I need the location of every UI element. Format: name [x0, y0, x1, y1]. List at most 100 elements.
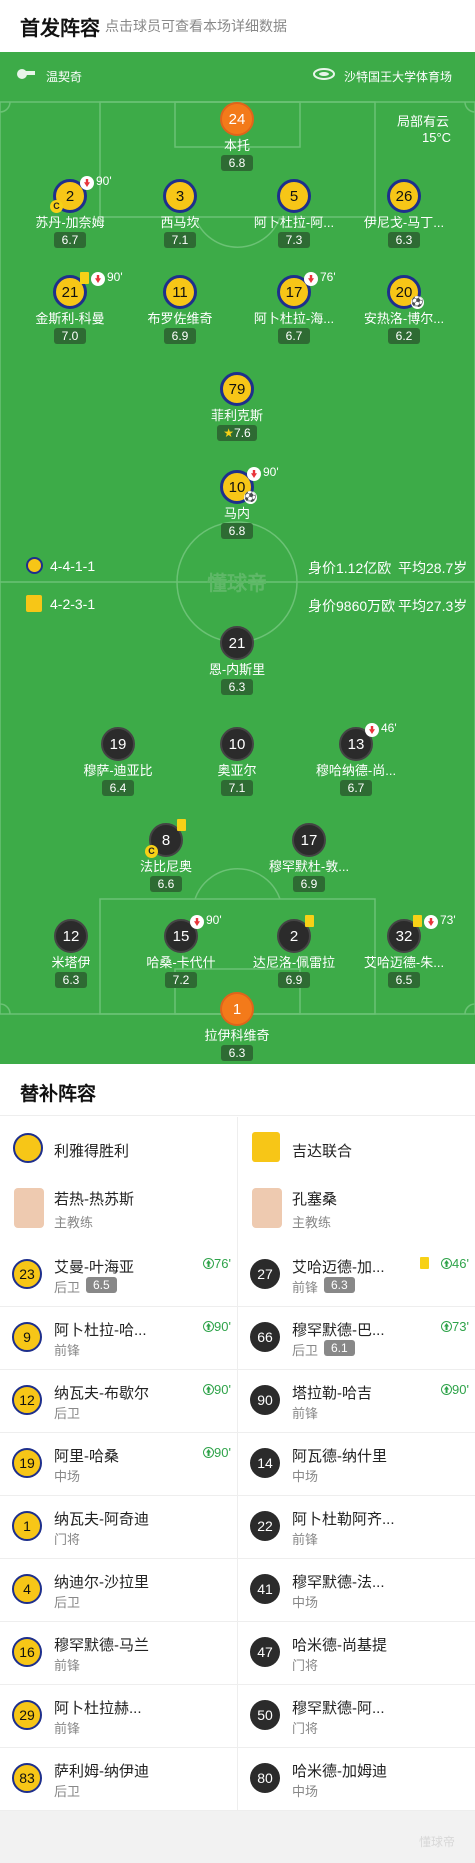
away-player[interactable]: 17 穆罕默杜-敦... 6.9	[254, 823, 364, 893]
jersey-number: 2	[277, 915, 314, 953]
away-manager-row[interactable]: 孔塞桑 主教练	[238, 1180, 475, 1244]
sub-out-icon	[365, 723, 379, 737]
sub-player-row[interactable]: 27 艾哈迈德-加... 前锋 6.3 46'	[238, 1244, 475, 1307]
home-subs-list: 23 艾曼-叶海亚 后卫 6.5 76' 9 阿卜杜拉-哈... 前锋 90' 12 纳瓦夫-布歇尔…	[0, 1244, 237, 1811]
jersey-number-text: 8	[161, 831, 171, 849]
player-name: 苏丹-加奈姆	[35, 215, 105, 230]
player-position: 门将	[292, 1721, 319, 1736]
sub-out-icon	[91, 272, 105, 286]
sub-player-row[interactable]: 14 阿瓦德-纳什里 中场	[238, 1433, 475, 1496]
player-name: 恩-内斯里	[208, 662, 266, 677]
venue-name: 沙特国王大学体育场	[344, 70, 453, 84]
player-position: 中场	[54, 1469, 81, 1484]
player-rating: 6.3	[220, 1045, 254, 1061]
player-position: 前锋	[292, 1532, 319, 1547]
away-player[interactable]: 13 46' 穆哈纳德-尚... 6.7	[301, 721, 411, 797]
away-player[interactable]: 15 90' 哈桑-卡代什 7.2	[126, 913, 236, 989]
jersey-number: 1	[12, 1511, 42, 1541]
player-position: 后卫	[54, 1784, 81, 1799]
sub-player-row[interactable]: 83 萨利姆-纳伊迪 后卫	[0, 1748, 237, 1811]
away-team-row[interactable]: 吉达联合	[238, 1116, 475, 1180]
yellow-card-icon	[80, 272, 89, 284]
player-rating: 6.8	[220, 155, 254, 171]
home-player[interactable]: 79 菲利克斯 ★7.6	[182, 372, 292, 442]
sub-in-icon	[441, 1258, 453, 1269]
sub-player-row[interactable]: 50 穆罕默德-阿... 门将	[238, 1685, 475, 1748]
sub-out-icon	[247, 467, 261, 481]
home-player[interactable]: 17 76' 阿卜杜拉-海... 6.7	[239, 270, 349, 345]
jersey-number: 14	[250, 1448, 280, 1478]
player-name: 米塔伊	[51, 955, 91, 970]
sub-player-row[interactable]: 90 塔拉勒-哈吉 前锋 90'	[238, 1370, 475, 1433]
player-position: 前锋	[54, 1343, 81, 1358]
pitch: 懂球帝 温契奇 沙特国王大学体育场 局部有云 15°C 4-4-1-1 身价1.…	[0, 52, 475, 1064]
jersey-number-text: 2	[65, 187, 75, 205]
sub-player-row[interactable]: 41 穆罕默德-法... 中场	[238, 1559, 475, 1622]
player-name: 穆罕默德-巴...	[292, 1322, 385, 1339]
away-player[interactable]: 19 穆萨-迪亚比 6.4	[63, 727, 173, 797]
sub-player-row[interactable]: 66 穆罕默德-巴... 后卫 6.1 73'	[238, 1307, 475, 1370]
home-player[interactable]: 26 伊尼戈-马丁... 6.3	[349, 179, 459, 249]
away-avg-age: 平均27.3岁	[398, 598, 468, 614]
jersey-number-text: 15	[172, 927, 190, 945]
home-player[interactable]: 3 西马坎 7.1	[125, 179, 235, 249]
away-player[interactable]: 32 73' 艾哈迈德-朱... 6.5	[349, 913, 459, 989]
player-rating: 7.6	[234, 426, 251, 440]
sub-player-row[interactable]: 23 艾曼-叶海亚 后卫 6.5 76'	[0, 1244, 237, 1307]
away-player[interactable]: 1 拉伊科维奇 6.3	[182, 992, 292, 1062]
jersey-number: 17	[292, 823, 326, 857]
footer: 懂球帝	[0, 1811, 475, 1863]
away-player[interactable]: 2 达尼洛-佩雷拉 6.9	[239, 915, 349, 989]
home-player[interactable]: 20 ⚽ 安热洛-博尔... 6.2	[349, 275, 459, 345]
jersey-number: 19	[101, 727, 135, 761]
jersey-number: 13 46'	[339, 721, 397, 761]
stadium-icon	[313, 68, 335, 80]
jersey-number: 1	[220, 992, 254, 1026]
player-position: 前锋	[292, 1406, 319, 1421]
home-player[interactable]: 21 90' 金斯利-科曼 7.0	[15, 270, 125, 345]
goal-ball-icon: ⚽	[244, 491, 257, 504]
away-player[interactable]: 12 米塔伊 6.3	[16, 919, 126, 989]
sub-player-row[interactable]: 22 阿卜杜勒阿齐... 前锋	[238, 1496, 475, 1559]
home-player[interactable]: 5 阿卜杜拉-阿... 7.3	[239, 179, 349, 249]
away-player[interactable]: 21 恩-内斯里 6.3	[182, 626, 292, 696]
referee-whistle-icon	[17, 69, 35, 79]
yellow-card-icon	[305, 915, 314, 927]
player-name: 穆萨-迪亚比	[83, 763, 153, 778]
jersey-number-text: 32	[395, 927, 413, 945]
player-rating: 6.7	[53, 232, 87, 248]
jersey-number: 66	[250, 1322, 280, 1352]
sub-player-row[interactable]: 4 纳迪尔-沙拉里 后卫	[0, 1559, 237, 1622]
sub-player-row[interactable]: 19 阿里-哈桑 中场 90'	[0, 1433, 237, 1496]
sub-in-minute: 90'	[214, 1382, 231, 1397]
jersey-number-text: 20	[395, 283, 413, 301]
jersey-number: 8 C	[145, 819, 186, 858]
home-player[interactable]: 24 本托 6.8	[182, 102, 292, 172]
home-team-row[interactable]: 利雅得胜利	[0, 1116, 237, 1180]
home-player[interactable]: 10 ⚽ 90' 马内 6.8	[182, 465, 292, 540]
home-team-icon	[26, 557, 43, 574]
subs-title: 替补阵容	[20, 1084, 97, 1105]
sub-player-row[interactable]: 80 哈米德-加姆迪 中场	[238, 1748, 475, 1811]
sub-in-icon	[441, 1321, 453, 1332]
sub-player-row[interactable]: 12 纳瓦夫-布歇尔 后卫 90'	[0, 1370, 237, 1433]
home-player[interactable]: 11 布罗佐维奇 6.9	[125, 275, 235, 345]
away-player[interactable]: 10 奥亚尔 7.1	[182, 727, 292, 797]
player-name: 阿瓦德-纳什里	[292, 1448, 387, 1465]
player-position: 前锋	[54, 1721, 81, 1736]
sub-player-row[interactable]: 29 阿卜杜拉赫... 前锋	[0, 1685, 237, 1748]
sub-player-row[interactable]: 1 纳瓦夫-阿奇迪 门将	[0, 1496, 237, 1559]
lineup-header: 首发阵容 点击球员可查看本场详细数据	[0, 0, 475, 52]
sub-in-indicator: 90'	[203, 1319, 231, 1334]
player-name: 布罗佐维奇	[147, 311, 213, 326]
player-name: 拉伊科维奇	[204, 1028, 270, 1043]
jersey-number: 83	[12, 1763, 42, 1793]
home-player[interactable]: 2 C 90' 苏丹-加奈姆 6.7	[15, 174, 125, 249]
player-name: 阿卜杜拉赫...	[54, 1700, 142, 1717]
jersey-number: 79	[220, 372, 254, 406]
away-player[interactable]: 8 C 法比尼奥 6.6	[111, 819, 221, 893]
sub-player-row[interactable]: 16 穆罕默德-马兰 前锋	[0, 1622, 237, 1685]
home-manager-row[interactable]: 若热-热苏斯 主教练	[0, 1180, 237, 1244]
sub-player-row[interactable]: 47 哈米德-尚基提 门将	[238, 1622, 475, 1685]
sub-player-row[interactable]: 9 阿卜杜拉-哈... 前锋 90'	[0, 1307, 237, 1370]
